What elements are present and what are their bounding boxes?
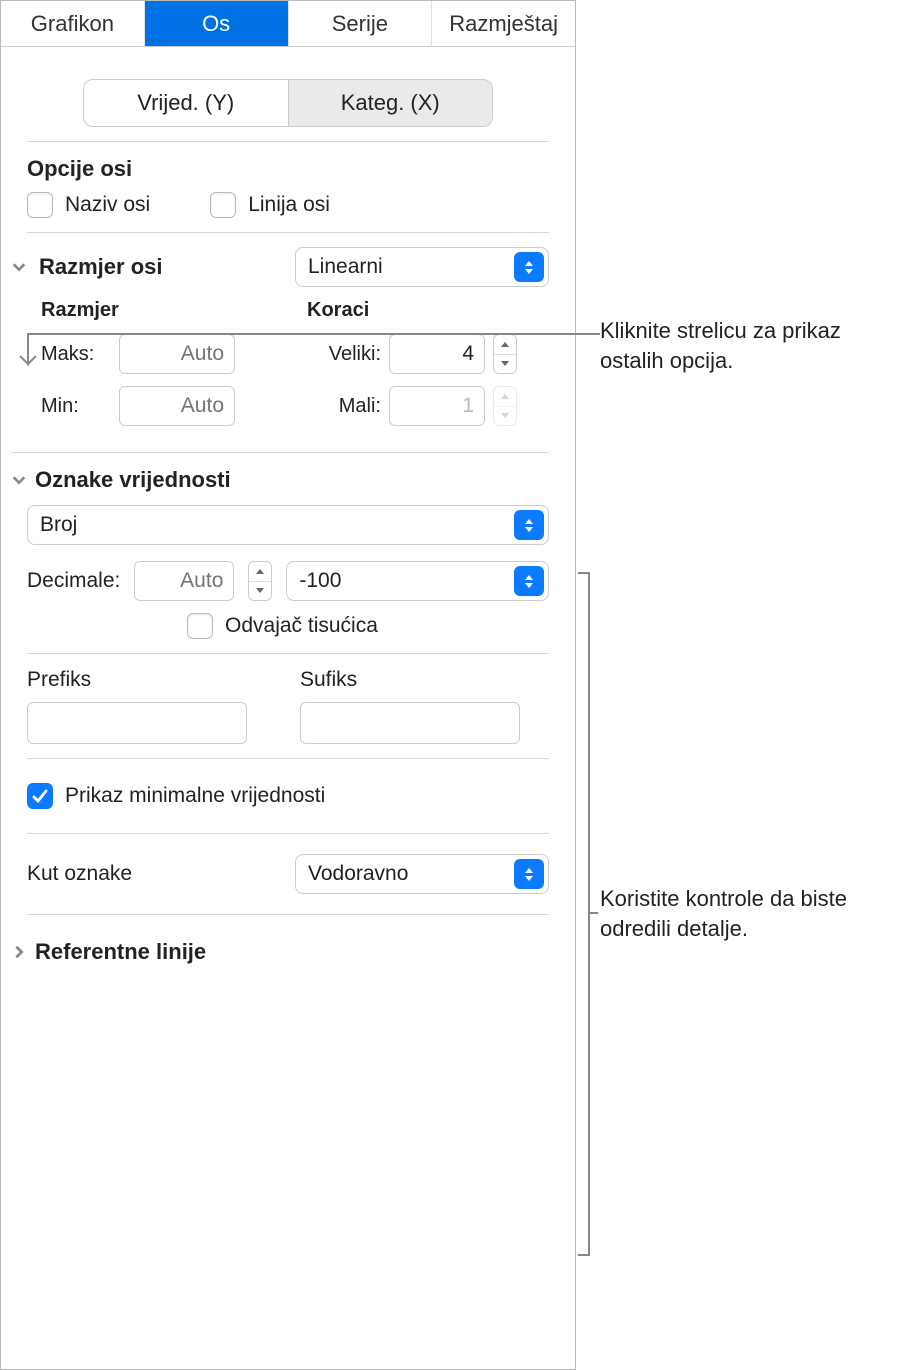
decimals-label: Decimale: [27, 569, 120, 593]
callout-connector-2 [590, 912, 598, 914]
label-angle-label: Kut oznake [27, 862, 132, 886]
chevron-down-icon[interactable] [11, 472, 27, 488]
axis-scale-select[interactable]: Linearni [295, 247, 549, 287]
min-label: Min: [41, 395, 111, 418]
axis-scale-heading: Razmjer osi [39, 254, 163, 280]
prefix-input[interactable] [27, 702, 247, 744]
value-format-select[interactable]: Broj [27, 505, 549, 545]
negative-format-select[interactable]: -100 [286, 561, 549, 601]
label-axis-name: Naziv osi [65, 193, 150, 217]
label-axis-line: Linija osi [248, 193, 330, 217]
value-labels-heading: Oznake vrijednosti [35, 467, 231, 493]
label-angle-select[interactable]: Vodoravno [295, 854, 549, 894]
label-thousands-sep: Odvajač tisućica [225, 614, 378, 638]
callout-bracket [578, 572, 590, 1256]
axis-segmented-control: Vrijed. (Y) Kateg. (X) [83, 79, 493, 127]
decimals-stepper[interactable] [248, 561, 272, 601]
suffix-input[interactable] [300, 702, 520, 744]
suffix-label: Sufiks [300, 668, 549, 692]
label-show-min: Prikaz minimalne vrijednosti [65, 784, 325, 808]
checkbox-show-min[interactable] [27, 783, 53, 809]
min-input[interactable] [119, 386, 235, 426]
negative-format-value: -100 [299, 569, 341, 593]
checkbox-thousands-sep[interactable] [187, 613, 213, 639]
small-stepper [493, 386, 517, 426]
updown-arrows-icon [514, 510, 544, 540]
prefix-label: Prefiks [27, 668, 276, 692]
tab-serije[interactable]: Serije [289, 1, 433, 46]
seg-category-x[interactable]: Kateg. (X) [289, 80, 493, 126]
callout-text-2: Koristite kontrole da biste odredili det… [600, 884, 890, 943]
reference-lines-heading: Referentne linije [35, 939, 206, 965]
inspector-panel: Grafikon Os Serije Razmještaj Vrijed. (Y… [0, 0, 576, 1370]
axis-options-heading: Opcije osi [27, 156, 549, 182]
decimals-input[interactable] [134, 561, 234, 601]
callout-connector-1 [8, 326, 598, 370]
steps-subheading: Koraci [307, 299, 549, 322]
updown-arrows-icon [514, 859, 544, 889]
seg-value-y[interactable]: Vrijed. (Y) [84, 80, 289, 126]
chevron-down-icon[interactable] [11, 259, 27, 275]
updown-arrows-icon [514, 252, 544, 282]
scale-subheading: Razmjer [41, 299, 283, 322]
top-tabs: Grafikon Os Serije Razmještaj [1, 1, 575, 47]
tab-grafikon[interactable]: Grafikon [1, 1, 145, 46]
chevron-right-icon[interactable] [11, 944, 27, 960]
updown-arrows-icon [514, 566, 544, 596]
tab-razmjestaj[interactable]: Razmještaj [432, 1, 575, 46]
small-label: Mali: [307, 395, 381, 418]
callout-text-1: Kliknite strelicu za prikaz ostalih opci… [600, 316, 890, 375]
value-format-value: Broj [40, 513, 77, 537]
tab-os[interactable]: Os [145, 1, 289, 46]
small-input[interactable] [389, 386, 485, 426]
checkbox-axis-name[interactable] [27, 192, 53, 218]
checkbox-axis-line[interactable] [210, 192, 236, 218]
axis-scale-value: Linearni [308, 255, 383, 279]
label-angle-value: Vodoravno [308, 862, 408, 886]
